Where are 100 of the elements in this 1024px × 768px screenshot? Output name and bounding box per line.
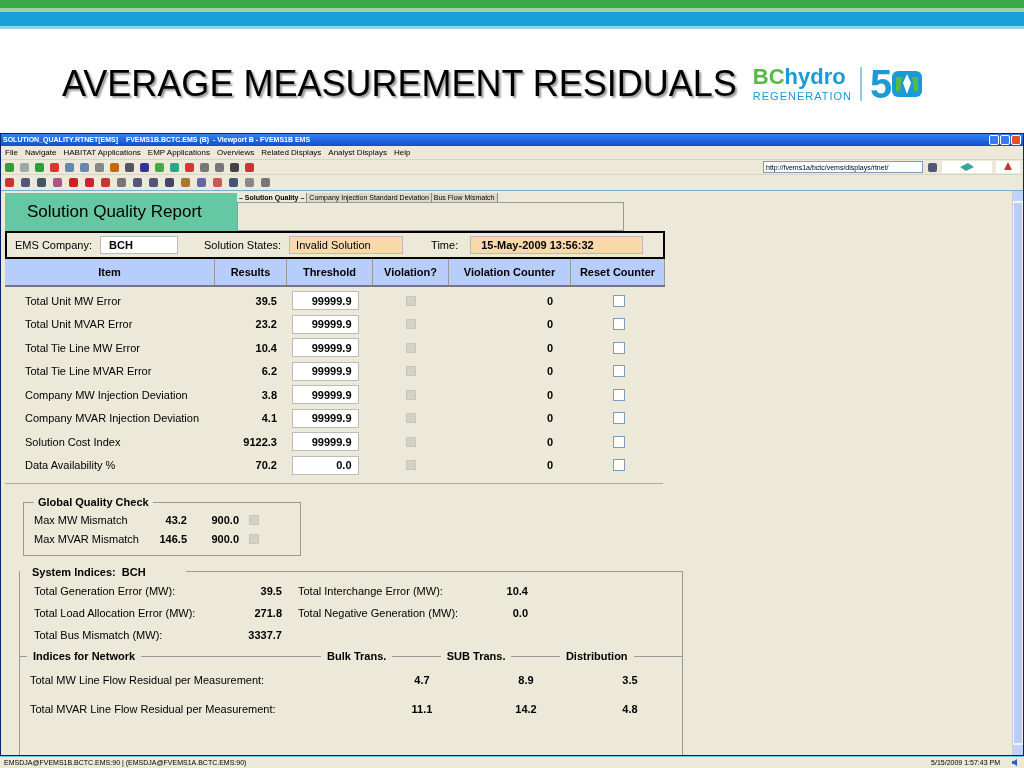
column-header: Violation? bbox=[373, 259, 449, 285]
toolbar-icon[interactable] bbox=[228, 177, 239, 188]
company-field: BCH bbox=[100, 236, 179, 254]
threshold-field[interactable]: 99999.9 bbox=[291, 291, 359, 311]
threshold-field[interactable]: 99999.9 bbox=[291, 385, 359, 405]
counter-value: 0 bbox=[545, 458, 553, 473]
toolbar-icon[interactable] bbox=[260, 177, 271, 188]
minimize-button[interactable] bbox=[989, 135, 999, 145]
panel-title: System Indices: bbox=[32, 564, 116, 580]
time-field: 15-May-2009 13:56:32 bbox=[470, 236, 644, 254]
reset-checkbox[interactable] bbox=[613, 294, 625, 307]
threshold-field[interactable]: 99999.9 bbox=[291, 314, 359, 334]
counter-value: 0 bbox=[545, 293, 553, 309]
result-value: 39.5 bbox=[254, 293, 277, 309]
logo-tagline: REGENERATION bbox=[752, 90, 853, 102]
column-header: Item bbox=[5, 259, 215, 285]
reset-checkbox[interactable] bbox=[613, 341, 625, 354]
threshold-field[interactable]: 99999.9 bbox=[291, 408, 359, 428]
network-column-header: Distribution bbox=[564, 648, 629, 664]
reset-checkbox[interactable] bbox=[613, 388, 625, 401]
toolbar-icon[interactable] bbox=[184, 161, 195, 173]
reset-checkbox[interactable] bbox=[613, 365, 625, 378]
reset-checkbox[interactable] bbox=[613, 459, 625, 472]
toolbar-icon[interactable] bbox=[68, 177, 79, 188]
network-value: 4.7 bbox=[413, 673, 431, 689]
network-value: 14.2 bbox=[514, 702, 538, 718]
check-label: Max MVAR Mismatch bbox=[34, 531, 140, 547]
menu-item[interactable]: File bbox=[5, 148, 18, 157]
item-label: Total Tie Line MVAR Error bbox=[24, 364, 153, 379]
slide-title: AVERAGE MEASUREMENT RESIDUALS bbox=[62, 61, 737, 106]
item-label: Company MVAR Injection Deviation bbox=[24, 411, 201, 426]
menu-item[interactable]: EMP Applications bbox=[147, 148, 210, 157]
toolbar-icon[interactable] bbox=[116, 177, 127, 188]
toolbar-icon[interactable] bbox=[196, 177, 207, 188]
network-label: Total MW Line Flow Residual per Measurement: bbox=[30, 673, 266, 689]
menu-item[interactable]: HABITAT Applications bbox=[63, 148, 141, 157]
item-label: Total Unit MW Error bbox=[24, 293, 122, 309]
threshold-field[interactable]: 99999.9 bbox=[291, 432, 359, 452]
column-header: Reset Counter bbox=[571, 259, 665, 285]
index-label: Total Negative Generation (MW): bbox=[298, 605, 460, 621]
maximize-button[interactable] bbox=[1000, 135, 1010, 145]
result-value: 9122.3 bbox=[242, 434, 277, 450]
check-label: Max MW Mismatch bbox=[34, 512, 129, 528]
toolbar-icon[interactable] bbox=[132, 177, 143, 188]
toolbar-icon[interactable] bbox=[229, 161, 240, 173]
network-column-header: Bulk Trans. bbox=[326, 648, 388, 664]
network-value: 3.5 bbox=[621, 673, 639, 689]
toolbar-icon[interactable] bbox=[20, 177, 31, 188]
result-value: 6.2 bbox=[260, 364, 277, 379]
check-value: 43.2 bbox=[164, 512, 187, 528]
report-title: Solution Quality Report bbox=[27, 201, 202, 224]
menu-item[interactable]: Overviews bbox=[216, 148, 255, 157]
counter-value: 0 bbox=[545, 340, 553, 356]
check-value: 146.5 bbox=[158, 531, 187, 547]
toolbar-icon[interactable] bbox=[148, 177, 159, 188]
toolbar-icon[interactable] bbox=[4, 177, 15, 188]
toolbar-icon[interactable] bbox=[927, 161, 938, 173]
toolbar-icon[interactable] bbox=[36, 177, 47, 188]
threshold-field[interactable]: 0.0 bbox=[291, 455, 359, 475]
toolbar-icon[interactable] bbox=[139, 161, 150, 173]
reset-checkbox[interactable] bbox=[613, 318, 625, 331]
menu-item[interactable]: Analyst Displays bbox=[328, 148, 387, 157]
brand-logo: BChydro bbox=[752, 63, 846, 89]
item-label: Company MW Injection Deviation bbox=[24, 387, 189, 403]
network-label: Total MVAR Line Flow Residual per Measurement: bbox=[30, 702, 277, 718]
index-label: Total Load Allocation Error (MW): bbox=[34, 605, 197, 621]
panel-title: Global Quality Check bbox=[37, 495, 150, 510]
index-value: 10.4 bbox=[505, 583, 528, 599]
toolbar-icon[interactable] bbox=[164, 177, 175, 188]
network-value: 8.9 bbox=[517, 673, 535, 689]
toolbar-icon[interactable] bbox=[52, 177, 63, 188]
emblem-icon bbox=[892, 68, 923, 99]
index-value: 0.0 bbox=[511, 605, 528, 621]
toolbar-icon[interactable] bbox=[212, 177, 223, 188]
toolbar-icon[interactable] bbox=[49, 161, 60, 173]
toolbar-icon[interactable] bbox=[100, 177, 111, 188]
toolbar-icon[interactable] bbox=[214, 161, 225, 173]
close-button[interactable] bbox=[1011, 135, 1021, 145]
result-value: 4.1 bbox=[260, 411, 277, 426]
field-label: Time: bbox=[431, 237, 459, 253]
section-title: Indices for Network bbox=[32, 648, 137, 664]
menu-item[interactable]: Help bbox=[394, 148, 411, 157]
threshold-field[interactable]: 99999.9 bbox=[291, 338, 359, 358]
result-value: 3.8 bbox=[260, 387, 277, 403]
index-value: 271.8 bbox=[253, 605, 282, 621]
menu-item[interactable]: Related Displays bbox=[261, 148, 322, 157]
column-header: Threshold bbox=[287, 259, 373, 285]
reset-checkbox[interactable] bbox=[613, 412, 625, 425]
counter-value: 0 bbox=[545, 317, 553, 332]
counter-value: 0 bbox=[545, 387, 553, 403]
toolbar-icon[interactable] bbox=[84, 177, 95, 188]
toolbar-icon[interactable] bbox=[199, 161, 210, 173]
result-value: 23.2 bbox=[254, 317, 277, 332]
check-limit: 900.0 bbox=[210, 512, 239, 528]
reset-checkbox[interactable] bbox=[613, 435, 625, 448]
threshold-field[interactable]: 99999.9 bbox=[291, 361, 359, 381]
menu-item[interactable]: Navigate bbox=[24, 148, 57, 157]
toolbar-icon[interactable] bbox=[244, 161, 255, 173]
result-value: 10.4 bbox=[254, 340, 277, 356]
toolbar-icon[interactable] bbox=[124, 161, 135, 173]
